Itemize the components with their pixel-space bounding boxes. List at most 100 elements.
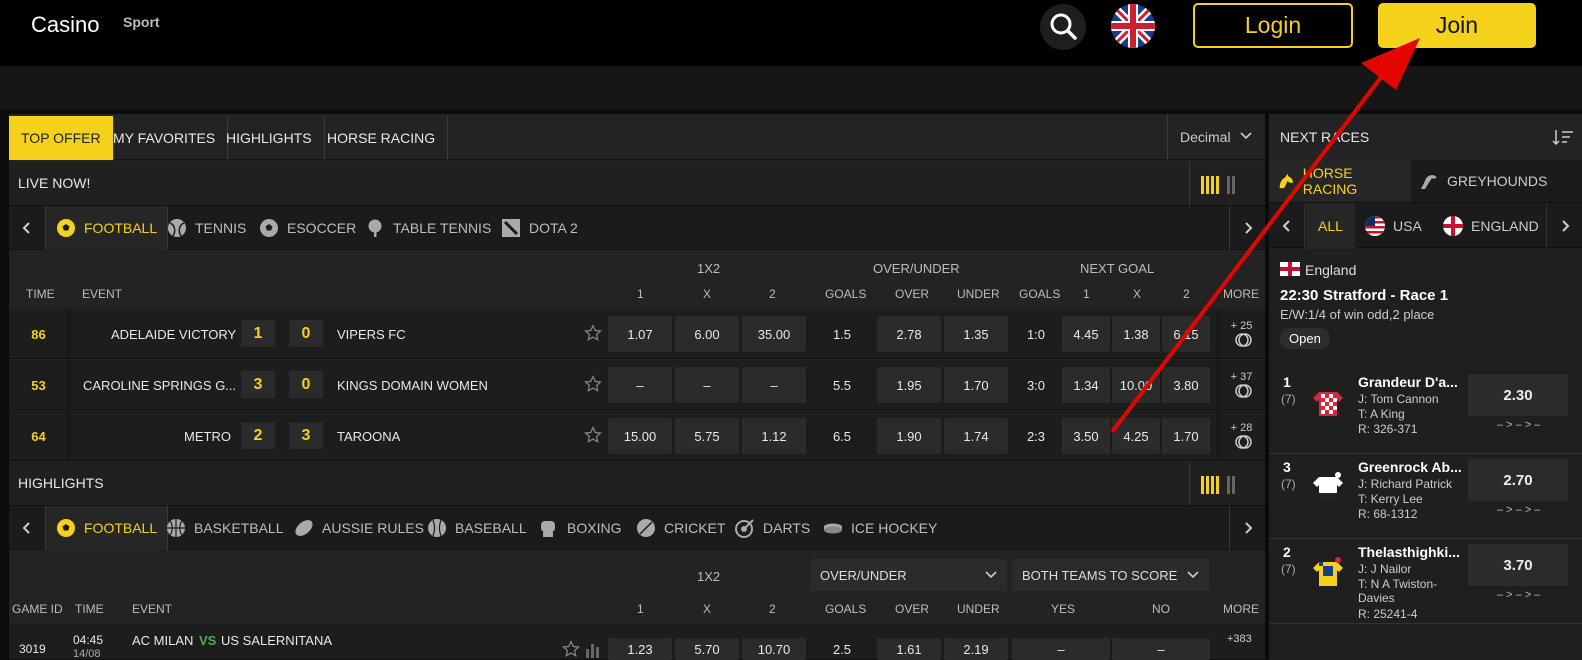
sport-dota-2[interactable]: DOTA 2 bbox=[501, 206, 578, 250]
odd-ng-1[interactable]: 3.50 bbox=[1062, 418, 1110, 454]
odd-2[interactable]: 10.70 bbox=[742, 638, 806, 660]
odd-ng-2[interactable]: 3.80 bbox=[1162, 367, 1210, 403]
odd-2[interactable]: 1.12 bbox=[742, 418, 806, 454]
scroll-right-button[interactable] bbox=[1229, 506, 1265, 550]
odds-format-select[interactable]: Decimal bbox=[1167, 114, 1265, 160]
table-row[interactable]: 64 METRO 2 3 TAROONA 15.00 5.75 1.12 6.5… bbox=[9, 411, 1265, 461]
star-icon[interactable] bbox=[584, 426, 602, 444]
sport-football[interactable]: FOOTBALL bbox=[45, 506, 169, 550]
more-markets-button[interactable]: + 37 bbox=[1217, 360, 1265, 410]
more-markets-button[interactable]: +383 bbox=[1227, 633, 1252, 645]
scroll-left-button[interactable] bbox=[9, 506, 45, 550]
more-markets-button[interactable]: + 28 bbox=[1217, 411, 1265, 461]
tab-top-offer[interactable]: TOP OFFER bbox=[9, 116, 114, 160]
odd-under[interactable]: 1.74 bbox=[944, 418, 1008, 454]
odd-2[interactable]: 35.00 bbox=[742, 316, 806, 352]
odd-ng-2[interactable]: 1.70 bbox=[1162, 418, 1210, 454]
star-icon[interactable] bbox=[584, 324, 602, 342]
star-icon[interactable] bbox=[584, 375, 602, 393]
race-name[interactable]: Stratford - Race 1 bbox=[1323, 287, 1448, 304]
highlights-sports-bar: FOOTBALL BASKETBALL AUSSIE RULES BASEBAL… bbox=[9, 506, 1265, 550]
odd-1[interactable]: – bbox=[608, 367, 672, 403]
table-tennis-icon bbox=[368, 219, 382, 237]
scroll-left-button[interactable] bbox=[1269, 203, 1305, 249]
odd-no[interactable]: – bbox=[1112, 638, 1210, 660]
star-icon[interactable] bbox=[562, 640, 580, 658]
odd-ng-x[interactable]: 4.25 bbox=[1112, 418, 1160, 454]
view-switch[interactable] bbox=[1189, 162, 1247, 206]
odd-ng-1[interactable]: 1.34 bbox=[1062, 367, 1110, 403]
sport-esoccer[interactable]: ESOCCER bbox=[259, 206, 356, 250]
tab-highlights[interactable]: HIGHLIGHTS bbox=[214, 116, 325, 160]
tab-greyhounds[interactable]: GREYHOUNDS bbox=[1419, 160, 1547, 202]
join-button[interactable]: Join bbox=[1378, 3, 1536, 48]
sport-baseball[interactable]: BASEBALL bbox=[427, 506, 527, 550]
live-now-header: LIVE NOW! bbox=[9, 162, 1265, 206]
odd-ng-2[interactable]: 6.15 bbox=[1162, 316, 1210, 352]
runner-jockey: J: Tom Cannon bbox=[1358, 392, 1439, 406]
nav-casino[interactable]: Casino bbox=[31, 12, 99, 38]
sport-cricket[interactable]: CRICKET bbox=[636, 506, 725, 550]
market-select-over-under[interactable]: OVER/UNDER bbox=[810, 559, 1007, 591]
tab-horse-racing-races[interactable]: HORSE RACING bbox=[1269, 160, 1411, 202]
scroll-right-button[interactable] bbox=[1546, 203, 1582, 249]
odd-x[interactable]: 6.00 bbox=[675, 316, 739, 352]
runner-price-button[interactable]: 3.70 bbox=[1468, 544, 1568, 586]
columns-view-icon[interactable] bbox=[1190, 162, 1248, 206]
table-row[interactable]: 53 CAROLINE SPRINGS G... 3 0 KINGS DOMAI… bbox=[9, 360, 1265, 410]
odd-under[interactable]: 1.35 bbox=[944, 316, 1008, 352]
sport-basketball[interactable]: BASKETBALL bbox=[166, 506, 284, 550]
home-score: 2 bbox=[241, 422, 275, 449]
odd-1[interactable]: 1.07 bbox=[608, 316, 672, 352]
runner-price-button[interactable]: 2.30 bbox=[1468, 374, 1568, 416]
cricket-icon bbox=[637, 519, 655, 537]
runner-price-button[interactable]: 2.70 bbox=[1468, 459, 1568, 501]
runner-row: 2 (7) Thelasthighki... J: J Nailor T: N … bbox=[1269, 540, 1582, 624]
table-row[interactable]: 3019 04:45 14/08 AC MILAN VS US SALERNIT… bbox=[9, 624, 1265, 660]
sort-icon[interactable] bbox=[1552, 128, 1574, 146]
login-button[interactable]: Login bbox=[1193, 3, 1353, 48]
dota-2-icon bbox=[502, 219, 520, 237]
highlights-header: HIGHLIGHTS bbox=[9, 462, 1265, 506]
odd-ng-x[interactable]: 1.38 bbox=[1112, 316, 1160, 352]
odd-2[interactable]: – bbox=[742, 367, 806, 403]
country-usa[interactable]: USA bbox=[1365, 203, 1422, 249]
odd-over[interactable]: 1.61 bbox=[877, 638, 941, 660]
odd-under[interactable]: 1.70 bbox=[944, 367, 1008, 403]
odd-1[interactable]: 15.00 bbox=[608, 418, 672, 454]
odd-under[interactable]: 2.19 bbox=[944, 638, 1008, 660]
more-markets-button[interactable]: + 25 bbox=[1217, 309, 1265, 359]
odd-x[interactable]: 5.70 bbox=[675, 638, 739, 660]
country-all[interactable]: ALL bbox=[1306, 203, 1355, 249]
odd-over[interactable]: 1.95 bbox=[877, 367, 941, 403]
odd-over[interactable]: 1.90 bbox=[877, 418, 941, 454]
odd-x[interactable]: 5.75 bbox=[675, 418, 739, 454]
sport-table-tennis[interactable]: TABLE TENNIS bbox=[365, 206, 491, 250]
odd-x[interactable]: – bbox=[675, 367, 739, 403]
sport-boxing[interactable]: BOXING bbox=[539, 506, 621, 550]
columns-view-icon[interactable] bbox=[1190, 462, 1248, 506]
ng-goals: 3:0 bbox=[1026, 377, 1046, 393]
country-england[interactable]: ENGLAND bbox=[1443, 203, 1539, 249]
sport-aussie-rules[interactable]: AUSSIE RULES bbox=[294, 506, 424, 550]
view-switch[interactable] bbox=[1189, 462, 1247, 506]
sport-darts[interactable]: DARTS bbox=[735, 506, 810, 550]
scroll-right-button[interactable] bbox=[1229, 206, 1265, 250]
sport-tennis[interactable]: TENNIS bbox=[167, 206, 246, 250]
odd-ng-x[interactable]: 10.00 bbox=[1112, 367, 1160, 403]
odd-over[interactable]: 2.78 bbox=[877, 316, 941, 352]
search-button[interactable] bbox=[1040, 4, 1086, 50]
sport-football[interactable]: FOOTBALL bbox=[45, 206, 169, 250]
odd-ng-1[interactable]: 4.45 bbox=[1062, 316, 1110, 352]
scroll-left-button[interactable] bbox=[9, 206, 45, 250]
nav-sport[interactable]: Sport bbox=[123, 0, 160, 44]
odd-1[interactable]: 1.23 bbox=[608, 638, 672, 660]
stats-icon[interactable] bbox=[585, 640, 601, 658]
market-select-both-teams[interactable]: BOTH TEAMS TO SCORE bbox=[1012, 559, 1209, 591]
tab-my-favorites[interactable]: MY FAVORITES bbox=[101, 116, 229, 160]
odd-yes[interactable]: – bbox=[1012, 638, 1110, 660]
language-flag-uk-icon[interactable] bbox=[1111, 4, 1155, 48]
table-row[interactable]: 86 ADELAIDE VICTORY 1 0 VIPERS FC 1.07 6… bbox=[9, 309, 1265, 359]
tab-horse-racing[interactable]: HORSE RACING bbox=[315, 116, 449, 160]
sport-ice-hockey[interactable]: ICE HOCKEY bbox=[823, 506, 937, 550]
